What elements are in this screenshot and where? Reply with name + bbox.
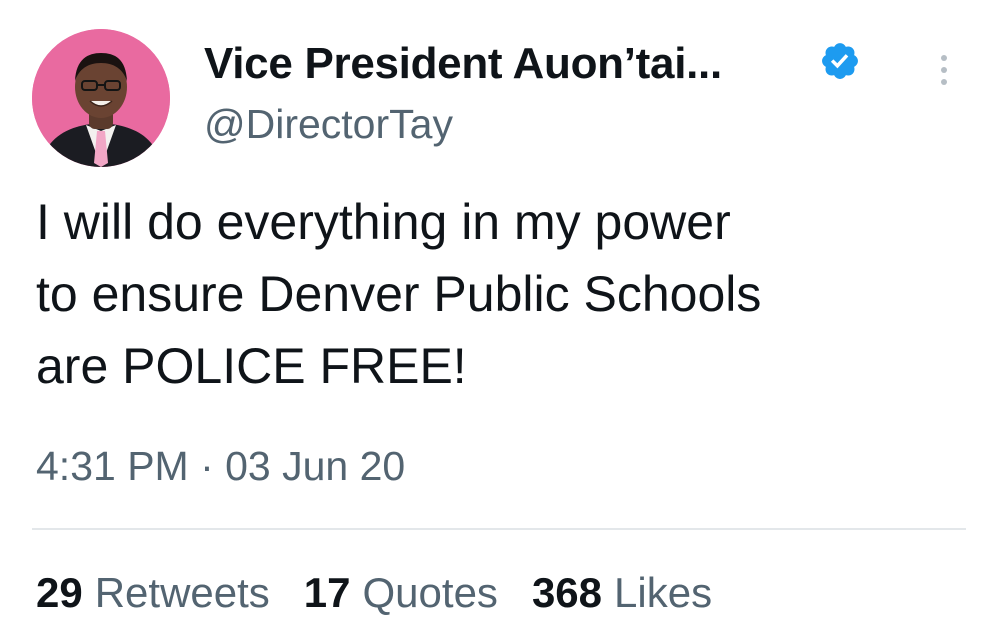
retweets-stat[interactable]: 29 Retweets bbox=[36, 566, 270, 620]
verified-badge-icon bbox=[819, 40, 861, 82]
author-handle[interactable]: @DirectorTay bbox=[204, 98, 453, 150]
author-display-name[interactable]: Vice President Auon’tai... bbox=[204, 36, 722, 92]
tweet-text-line: are POLICE FREE! bbox=[36, 338, 467, 394]
tweet-timestamp[interactable]: 4:31 PM · 03 Jun 20 bbox=[36, 440, 405, 492]
retweets-count: 29 bbox=[36, 569, 83, 616]
tweet-text-line: I will do everything in my power bbox=[36, 194, 731, 250]
retweets-label: Retweets bbox=[94, 569, 270, 616]
likes-stat[interactable]: 368 Likes bbox=[532, 566, 712, 620]
likes-count: 368 bbox=[531, 569, 603, 616]
likes-label: Likes bbox=[614, 569, 713, 616]
quotes-stat[interactable]: 17 Quotes bbox=[304, 566, 498, 620]
profile-photo bbox=[32, 29, 170, 167]
tweet-text: I will do everything in my power to ensu… bbox=[36, 186, 966, 402]
divider bbox=[32, 528, 966, 530]
quotes-label: Quotes bbox=[362, 569, 498, 616]
author-avatar[interactable] bbox=[32, 29, 170, 167]
quotes-count: 17 bbox=[303, 569, 351, 616]
engagement-stats: 29 Retweets 17 Quotes 368 Likes bbox=[36, 566, 712, 620]
tweet-text-line: to ensure Denver Public Schools bbox=[36, 266, 762, 322]
more-options-icon[interactable] bbox=[928, 48, 960, 92]
